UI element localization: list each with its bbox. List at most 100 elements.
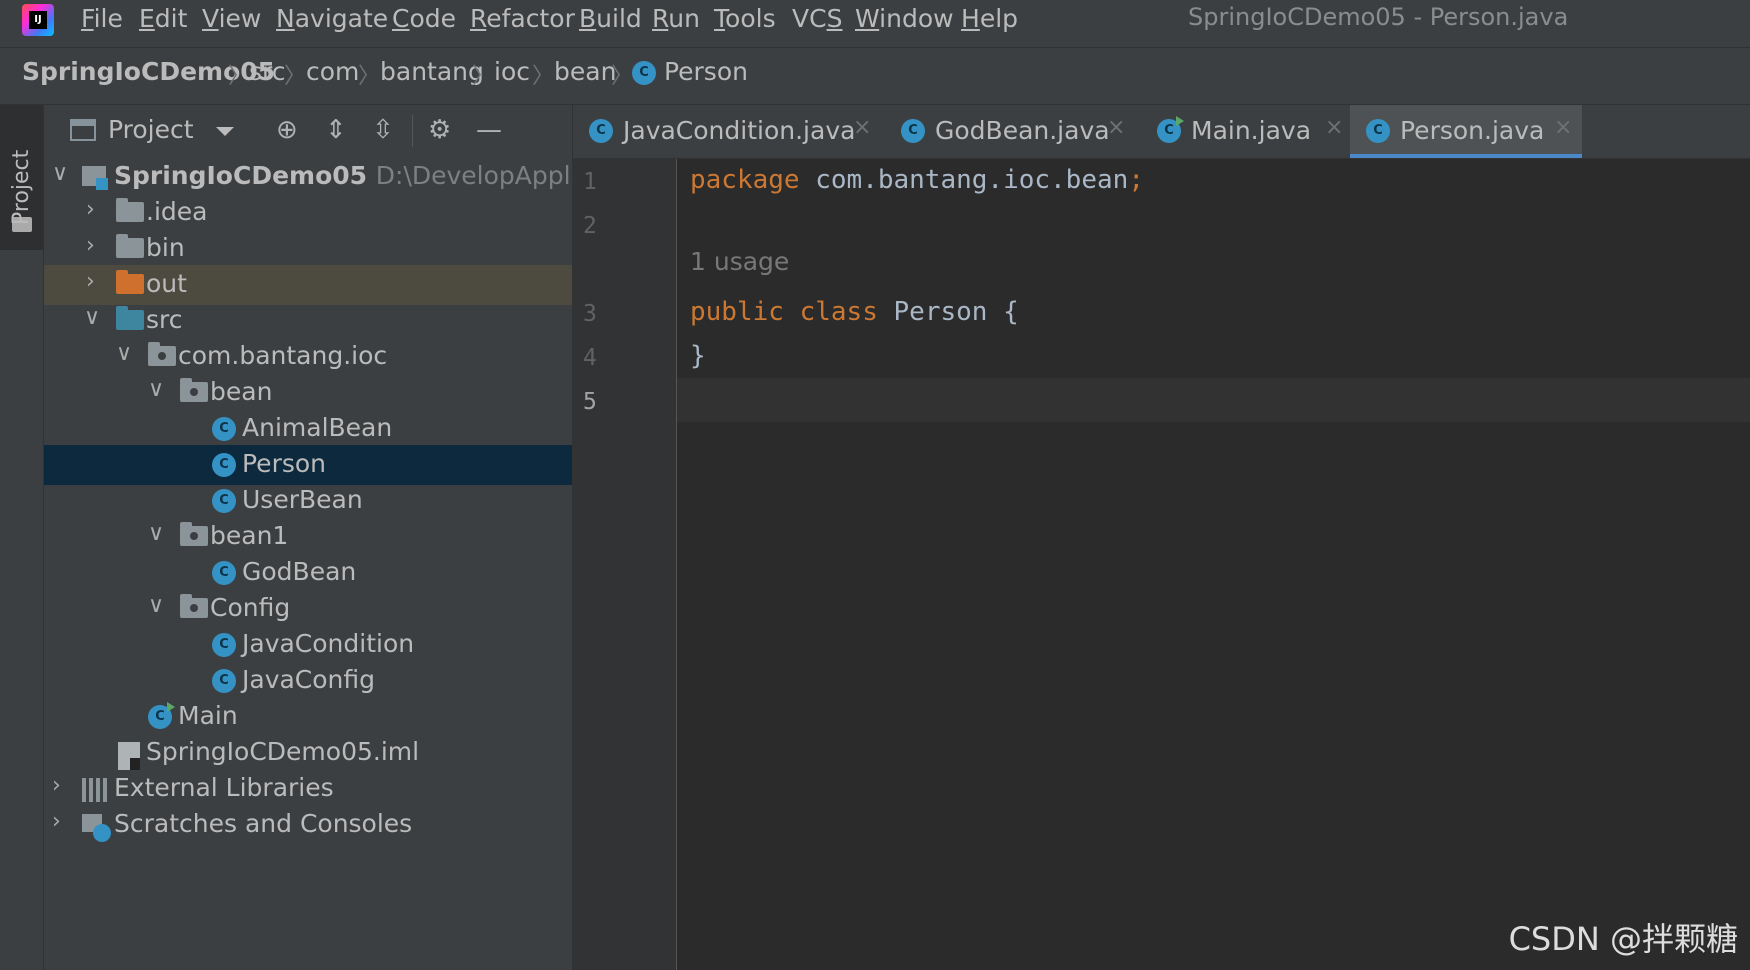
menu-file[interactable]: File [81,4,123,33]
line-number: 3 [583,301,597,327]
chevron-right-icon[interactable]: › [52,773,61,798]
close-icon[interactable]: × [853,115,871,140]
chevron-right-icon[interactable]: › [86,197,95,222]
tree-item-label: bin [146,233,185,262]
module-path: D:\DevelopApplica [375,161,607,190]
class-icon: C [589,119,613,143]
tree-item-external-libraries[interactable]: › External Libraries [44,769,572,809]
tree-item-person[interactable]: C Person [44,445,572,485]
breadcrumb-bantang[interactable]: bantang [380,57,484,86]
class-icon: C [212,489,236,513]
tree-item-idea[interactable]: › .idea [44,193,572,233]
collapse-all-icon[interactable]: ⇳ [372,115,394,145]
tree-item-config[interactable]: ∨ Config [44,589,572,629]
close-icon[interactable]: × [1325,115,1343,140]
menu-build[interactable]: Build [579,4,642,33]
tree-item-main[interactable]: C Main [44,697,572,737]
tree-item-label: Person [242,449,327,478]
excluded-folder-icon [116,270,144,294]
chevron-down-icon[interactable]: ∨ [116,341,132,366]
chevron-down-icon[interactable]: ∨ [84,305,100,330]
chevron-down-icon[interactable]: ∨ [148,593,164,618]
tab-godbean[interactable]: C GodBean.java × [885,105,1125,158]
breadcrumb-com[interactable]: com [306,57,359,86]
tree-item-src[interactable]: ∨ src [44,301,572,341]
code-editor[interactable]: package com.bantang.ioc.bean; 1 usage pu… [677,159,1750,970]
tree-item-package[interactable]: ∨ com.bantang.ioc [44,337,572,377]
tree-item-javacondition[interactable]: C JavaCondition [44,625,572,665]
iml-file-icon [118,742,140,770]
menu-help[interactable]: Help [961,4,1018,33]
chevron-down-icon[interactable]: ∨ [148,377,164,402]
tree-item-label: .idea [146,197,208,226]
gear-icon[interactable]: ⚙ [428,115,451,145]
crosshair-icon[interactable]: ⊕ [276,115,298,145]
breadcrumb-ioc[interactable]: ioc [494,57,530,86]
breadcrumb-separator-icon: 〉 [472,64,495,89]
menu-view[interactable]: View [202,4,261,33]
package-icon [180,378,208,402]
breadcrumb-separator-icon: 〉 [284,64,307,89]
line-number: 4 [583,345,597,371]
close-icon[interactable]: × [1554,115,1572,140]
class-icon: C [212,633,236,657]
tab-person[interactable]: C Person.java × [1350,105,1582,158]
chevron-right-icon[interactable]: › [86,233,95,258]
tree-item-bean[interactable]: ∨ bean [44,373,572,413]
chevron-down-icon[interactable] [216,127,234,136]
close-icon[interactable]: × [1107,115,1125,140]
line-number: 1 [583,169,597,195]
menu-tools[interactable]: Tools [714,4,776,33]
tree-item-javaconfig[interactable]: C JavaConfig [44,661,572,701]
breadcrumb-separator-icon: 〉 [228,64,251,89]
chevron-down-icon[interactable]: ∨ [148,521,164,546]
tree-item-module[interactable]: ∨ SpringIoCDemo05 D:\DevelopApplica [44,157,607,197]
package-icon [148,342,176,366]
class-icon: C [212,561,236,585]
breadcrumb-person[interactable]: C Person [632,57,748,86]
tree-item-iml[interactable]: SpringIoCDemo05.iml [44,733,572,773]
tree-item-label: SpringIoCDemo05.iml [146,737,420,766]
chevron-right-icon[interactable]: › [86,269,95,294]
breadcrumb: SpringIoCDemo05 〉 src 〉 com 〉 bantang 〉 … [0,48,1750,105]
tree-item-scratches[interactable]: › Scratches and Consoles [44,805,572,845]
tree-item-godbean[interactable]: C GodBean [44,553,572,593]
class-icon: C [901,119,925,143]
tab-main[interactable]: C Main.java × [1141,105,1343,158]
tree-item-label: bean1 [210,521,289,550]
chevron-down-icon[interactable]: ∨ [52,161,68,186]
tree-item-bin[interactable]: › bin [44,229,572,269]
tab-label: Person.java [1400,116,1545,145]
project-panel-title[interactable]: Project [108,115,194,144]
breadcrumb-bean[interactable]: bean [554,57,616,86]
intellij-logo-icon: IJ [22,4,54,36]
menu-code[interactable]: Code [392,4,456,33]
tree-item-label: AnimalBean [242,413,393,442]
code-line-1: package com.bantang.ioc.bean; [690,165,1144,195]
breadcrumb-src[interactable]: src [249,57,286,86]
minimize-icon[interactable]: — [476,115,502,145]
menu-window[interactable]: Window [855,4,954,33]
tree-item-userbean[interactable]: C UserBean [44,481,572,521]
menu-navigate[interactable]: Navigate [276,4,388,33]
tree-item-out[interactable]: › out [44,265,572,305]
tree-item-label: UserBean [242,485,363,514]
menu-run[interactable]: Run [652,4,700,33]
menu-edit[interactable]: Edit [139,4,187,33]
project-tool-tab[interactable]: Project [0,105,43,250]
breadcrumb-separator-icon: 〉 [358,64,381,89]
breadcrumb-separator-icon: 〉 [611,64,634,89]
class-icon: C [632,61,656,85]
expand-all-icon[interactable]: ⇕ [325,115,347,145]
menu-vcs[interactable]: VCS [792,4,842,33]
tab-javacondition[interactable]: C JavaCondition.java × [573,105,873,158]
tree-item-animalbean[interactable]: C AnimalBean [44,409,572,449]
class-icon: C [1366,119,1390,143]
chevron-right-icon[interactable]: › [52,809,61,834]
tree-item-label: External Libraries [114,773,334,802]
tree-item-bean1[interactable]: ∨ bean1 [44,517,572,557]
scratches-icon [82,814,112,842]
menu-refactor[interactable]: Refactor [470,4,575,33]
tree-item-label: JavaCondition [242,629,415,658]
usage-inlay-hint[interactable]: 1 usage [690,247,789,276]
